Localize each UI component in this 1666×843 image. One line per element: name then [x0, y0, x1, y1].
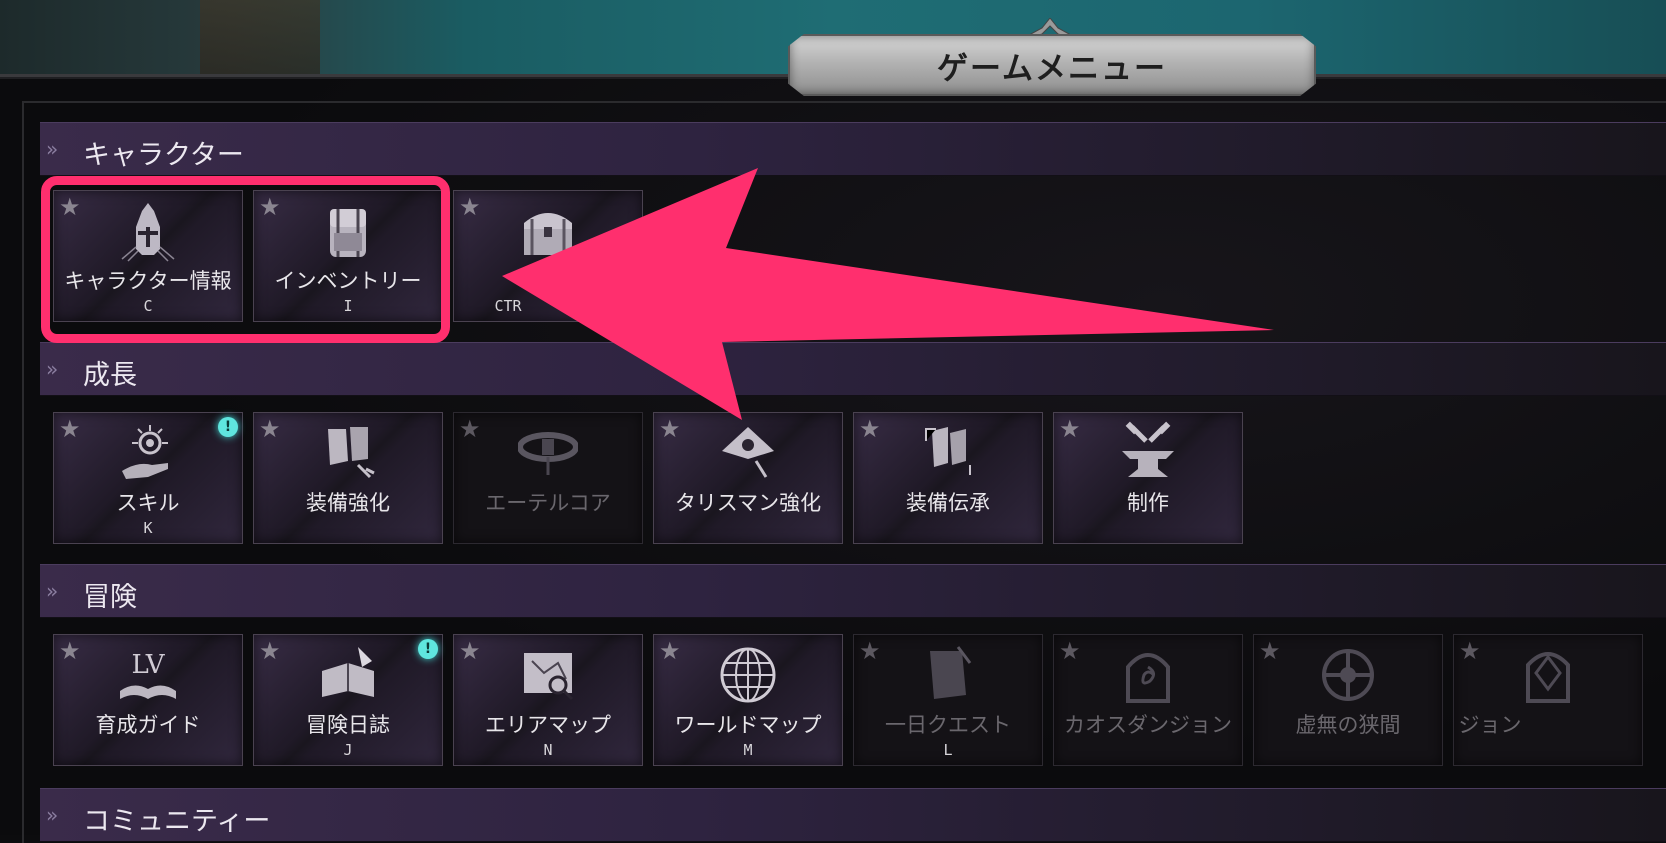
menu-tile-void-rift[interactable]: ★ 虚無の狭間	[1253, 634, 1443, 766]
menu-tile-crafting[interactable]: ★ 制作	[1053, 412, 1243, 544]
menu-tile-ether-core[interactable]: ★ エーテルコア	[453, 412, 643, 544]
favorite-star-icon[interactable]: ★	[659, 415, 681, 443]
favorite-star-icon[interactable]: ★	[59, 415, 81, 443]
favorite-star-icon[interactable]: ★	[459, 415, 481, 443]
chest-icon	[524, 213, 572, 255]
armor-transfer-icon	[925, 427, 971, 475]
menu-tile-label: 装備伝承	[906, 491, 990, 515]
scroll-icon	[930, 646, 972, 699]
level-book-text: LV	[132, 650, 166, 680]
background-pillar	[200, 0, 320, 80]
menu-tile-skill[interactable]: ★ ! スキル K	[53, 412, 243, 544]
section-chevron-icon: »	[46, 137, 59, 161]
menu-tile-label: エリアマップ	[485, 713, 611, 737]
favorite-star-icon[interactable]: ★	[859, 415, 881, 443]
section-character: » キャラクター	[40, 122, 1666, 176]
belt-icon	[518, 432, 578, 475]
menu-tile-talisman-enhance[interactable]: ★ タリスマン強化	[653, 412, 843, 544]
menu-tile-growth-guide[interactable]: ★ LV 育成ガイド	[53, 634, 243, 766]
section-label: キャラクター	[83, 140, 244, 171]
menu-tile-label: 冒険日誌	[306, 713, 390, 737]
menu-tile-storage[interactable]: ★ CTR	[453, 190, 643, 322]
menu-tile-daily-quest[interactable]: ★ 一日クエスト L	[853, 634, 1043, 766]
section-chevron-icon: »	[46, 579, 59, 603]
menu-tile-equipment-transfer[interactable]: ★ 装備伝承	[853, 412, 1043, 544]
section-header-character: » キャラクター	[40, 122, 1666, 176]
menu-tile-area-map[interactable]: ★ エリアマップ N	[453, 634, 643, 766]
void-icon	[1322, 649, 1374, 701]
menu-tile-label: 一日クエスト	[885, 713, 1011, 737]
section-header-growth: » 成長	[40, 342, 1666, 396]
favorite-star-icon[interactable]: ★	[859, 637, 881, 665]
menu-tile-label: タリスマン強化	[674, 491, 822, 515]
menu-tile-hotkey: N	[543, 741, 553, 759]
gauntlet-icon	[328, 427, 375, 479]
menu-tile-label: カオスダンジョン	[1064, 713, 1232, 737]
menu-tile-label: 装備強化	[306, 491, 390, 515]
menu-title: ゲームメニュー	[936, 50, 1168, 87]
menu-tile-label: エーテルコア	[485, 491, 611, 515]
section-header-adventure: » 冒険	[40, 564, 1666, 618]
menu-tile-label: 制作	[1127, 491, 1169, 515]
menu-tile-chaos-dungeon[interactable]: ★ カオスダンジョン	[1053, 634, 1243, 766]
favorite-star-icon[interactable]: ★	[459, 637, 481, 665]
area-map-icon	[524, 653, 574, 701]
level-book-icon: LV	[120, 650, 176, 699]
menu-tile-label: 育成ガイド	[95, 713, 201, 737]
skill-hand-icon	[122, 425, 168, 479]
favorite-star-icon[interactable]: ★	[459, 193, 481, 221]
favorite-star-icon[interactable]: ★	[259, 637, 281, 665]
favorite-star-icon[interactable]: ★	[259, 415, 281, 443]
section-header-community: » コミュニティー	[40, 788, 1666, 842]
menu-tile-label: ワールドマップ	[674, 713, 822, 737]
menu-tile-hotkey: K	[143, 519, 153, 537]
annotation-highlight-box	[41, 176, 450, 343]
globe-icon	[720, 647, 776, 703]
menu-tile-dungeon[interactable]: ★ ジョン	[1453, 634, 1643, 766]
talisman-icon	[722, 427, 774, 478]
section-growth: » 成長	[40, 342, 1666, 396]
chaos-gate-icon	[1126, 653, 1170, 703]
anvil-icon	[1122, 421, 1174, 477]
section-chevron-icon: »	[46, 803, 59, 827]
background-rock	[0, 0, 200, 80]
favorite-star-icon[interactable]: ★	[1459, 637, 1481, 665]
journal-icon	[322, 647, 374, 697]
menu-tile-equipment-enhance[interactable]: ★ 装備強化	[253, 412, 443, 544]
section-label: コミュニティー	[83, 806, 271, 837]
section-chevron-icon: »	[46, 357, 59, 381]
section-community: » コミュニティー	[40, 788, 1666, 842]
favorite-star-icon[interactable]: ★	[1059, 637, 1081, 665]
menu-tile-hotkey: M	[743, 741, 753, 759]
section-label: 冒険	[83, 582, 137, 613]
menu-title-plate: ゲームメニュー	[788, 34, 1316, 96]
menu-tile-label: スキル	[116, 491, 180, 515]
menu-tile-adventure-journal[interactable]: ★ ! 冒険日誌 J	[253, 634, 443, 766]
favorite-star-icon[interactable]: ★	[1059, 415, 1081, 443]
notification-alert-icon: !	[418, 639, 438, 659]
favorite-star-icon[interactable]: ★	[59, 637, 81, 665]
section-adventure: » 冒険	[40, 564, 1666, 618]
dungeon-gate-icon	[1526, 652, 1570, 703]
favorite-star-icon[interactable]: ★	[659, 637, 681, 665]
favorite-star-icon[interactable]: ★	[1259, 637, 1281, 665]
section-label: 成長	[83, 360, 137, 391]
notification-alert-icon: !	[218, 417, 238, 437]
menu-tile-hotkey: J	[343, 741, 353, 759]
menu-tile-hotkey: L	[943, 741, 953, 759]
menu-tile-world-map[interactable]: ★ ワールドマップ M	[653, 634, 843, 766]
menu-tile-label: ジョン	[1458, 713, 1522, 737]
